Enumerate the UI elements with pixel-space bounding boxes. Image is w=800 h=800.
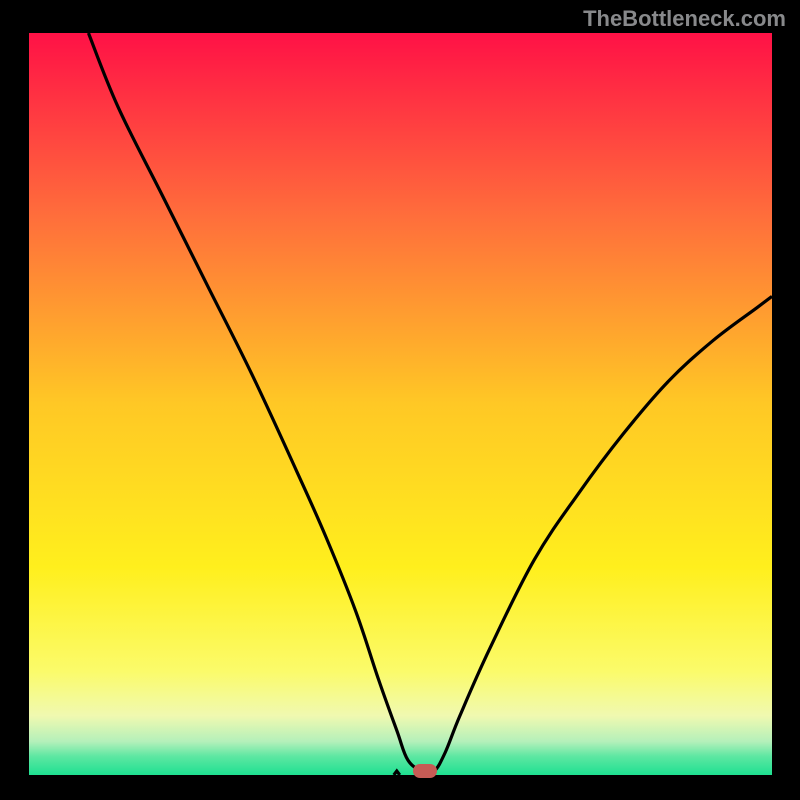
plot-svg [29,33,772,775]
plot-area [29,33,772,775]
chart-frame: TheBottleneck.com [0,0,800,800]
bottleneck-marker [413,764,437,778]
attribution-text: TheBottleneck.com [583,6,786,32]
gradient-background [29,33,772,775]
